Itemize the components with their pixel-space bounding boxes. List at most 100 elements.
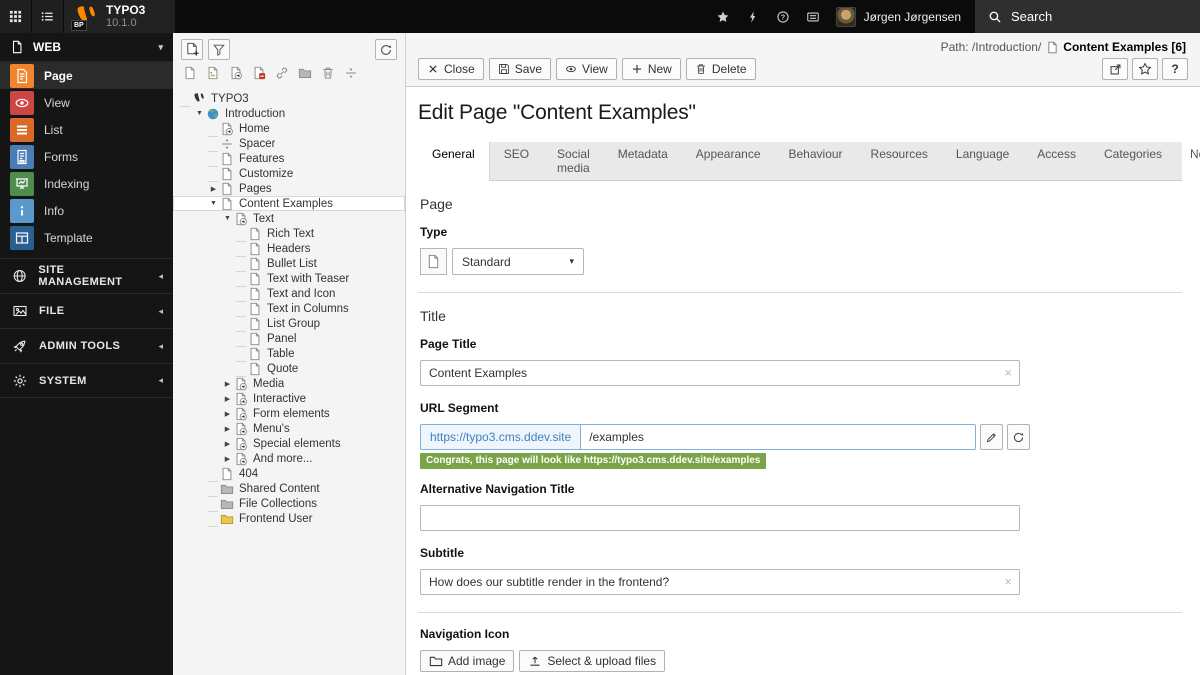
help-button[interactable]: ?: [1162, 58, 1188, 80]
form-tab[interactable]: Access: [1023, 142, 1090, 180]
tree-node[interactable]: Spacer: [173, 136, 405, 152]
module-group-web[interactable]: WEB ▾: [0, 33, 173, 62]
sidebar-module-item[interactable]: Forms: [0, 143, 173, 170]
tree-node[interactable]: Rich Text: [173, 226, 405, 242]
tree-expander-icon[interactable]: ▶: [207, 185, 220, 193]
tree-expander-icon[interactable]: ▶: [221, 455, 234, 463]
tree-node[interactable]: Frontend User: [173, 511, 405, 527]
new-page-drag-icon[interactable]: [321, 66, 335, 80]
tree-node[interactable]: Headers: [173, 241, 405, 257]
tree-expander-icon[interactable]: ▶: [221, 440, 234, 448]
slug-recalculate-button[interactable]: [1007, 424, 1030, 450]
sidebar-section[interactable]: ADMIN TOOLS ◂: [0, 328, 173, 363]
open-in-new-window-button[interactable]: [1102, 58, 1128, 80]
sidebar-module-item[interactable]: Info: [0, 197, 173, 224]
new-page-drag-icon[interactable]: [229, 66, 243, 80]
user-menu[interactable]: Jørgen Jørgensen: [828, 0, 975, 33]
refresh-tree-button[interactable]: [375, 39, 397, 60]
docheader-button[interactable]: Delete: [685, 58, 756, 80]
form-tab[interactable]: Notes: [1176, 142, 1200, 180]
tree-node[interactable]: ▶ Menu's: [173, 421, 405, 436]
select-upload-files-button[interactable]: Select & upload files: [519, 650, 666, 672]
tree-node[interactable]: TYPO3: [173, 91, 405, 107]
page-title-input[interactable]: [420, 360, 1020, 386]
form-tab[interactable]: General: [418, 142, 490, 181]
tree-node[interactable]: Shared Content: [173, 481, 405, 497]
sidebar-module-item[interactable]: List: [0, 116, 173, 143]
tree-expander-icon[interactable]: ▶: [221, 410, 234, 418]
docheader-button[interactable]: Save: [488, 58, 552, 80]
tree-node[interactable]: ▼ Text: [173, 211, 405, 226]
sidebar-section[interactable]: FILE ◂: [0, 293, 173, 328]
tree-expander-icon[interactable]: ▼: [207, 200, 220, 207]
help-icon[interactable]: [768, 0, 798, 33]
sidebar-section[interactable]: SYSTEM ◂: [0, 363, 173, 398]
clear-icon[interactable]: ×: [1004, 574, 1012, 589]
new-page-button[interactable]: [181, 39, 203, 60]
tree-expander-icon[interactable]: ▶: [221, 425, 234, 433]
tree-node[interactable]: Bullet List: [173, 256, 405, 272]
form-tab[interactable]: Metadata: [604, 142, 682, 180]
search-input[interactable]: [1011, 9, 1171, 24]
pagetree-toggle-button[interactable]: [32, 0, 64, 33]
nav-title-input[interactable]: [420, 505, 1020, 531]
tree-node[interactable]: List Group: [173, 316, 405, 332]
form-tab[interactable]: SEO: [490, 142, 543, 180]
tree-node[interactable]: 404: [173, 466, 405, 482]
new-page-drag-icon[interactable]: [344, 66, 358, 80]
url-prefix[interactable]: https://typo3.cms.ddev.site: [421, 425, 582, 449]
tree-node[interactable]: Text in Columns: [173, 301, 405, 317]
docheader-button[interactable]: Close: [418, 58, 484, 80]
form-tab[interactable]: Categories: [1090, 142, 1176, 180]
tree-node[interactable]: ▼ Introduction: [173, 106, 405, 121]
docheader-button[interactable]: New: [621, 58, 681, 80]
clear-cache-icon[interactable]: [738, 0, 768, 33]
new-page-drag-icon[interactable]: [183, 66, 197, 80]
tree-node[interactable]: ▶ Special elements: [173, 436, 405, 451]
tree-node[interactable]: Customize: [173, 166, 405, 182]
bookmarks-icon[interactable]: [708, 0, 738, 33]
tree-expander-icon[interactable]: ▼: [193, 110, 206, 117]
tree-node[interactable]: Features: [173, 151, 405, 167]
tree-node[interactable]: Text with Teaser: [173, 271, 405, 287]
type-select[interactable]: Standard ▾: [452, 248, 584, 275]
bookmark-button[interactable]: [1132, 58, 1158, 80]
new-page-drag-icon[interactable]: [206, 66, 220, 80]
tree-node[interactable]: ▶ Media: [173, 376, 405, 391]
tree-node[interactable]: File Collections: [173, 496, 405, 512]
docheader-button[interactable]: View: [556, 58, 617, 80]
url-segment-input[interactable]: [581, 425, 975, 449]
tree-node[interactable]: ▶ And more...: [173, 451, 405, 466]
form-tab[interactable]: Behaviour: [775, 142, 857, 180]
tree-node[interactable]: Quote: [173, 361, 405, 377]
system-information-icon[interactable]: [798, 0, 828, 33]
tree-node[interactable]: ▶ Pages: [173, 181, 405, 196]
tree-expander-icon[interactable]: ▼: [221, 215, 234, 222]
sidebar-module-item[interactable]: Indexing: [0, 170, 173, 197]
new-page-drag-icon[interactable]: [298, 66, 312, 80]
tree-node[interactable]: ▶ Form elements: [173, 406, 405, 421]
slug-edit-button[interactable]: [980, 424, 1003, 450]
tree-node[interactable]: Table: [173, 346, 405, 362]
subtitle-input[interactable]: [420, 569, 1020, 595]
tree-expander-icon[interactable]: ▶: [221, 395, 234, 403]
tree-node[interactable]: Text and Icon: [173, 286, 405, 302]
modulemenu-toggle-button[interactable]: [0, 0, 32, 33]
form-tab[interactable]: Appearance: [682, 142, 775, 180]
tree-expander-icon[interactable]: ▶: [221, 380, 234, 388]
tree-node[interactable]: Home: [173, 121, 405, 137]
sidebar-section[interactable]: SITE MANAGEMENT ◂: [0, 258, 173, 293]
sidebar-module-item[interactable]: Page: [0, 62, 173, 89]
clear-icon[interactable]: ×: [1004, 365, 1012, 380]
new-page-drag-icon[interactable]: [275, 66, 289, 80]
typo3-brand[interactable]: BP TYPO3 10.1.0: [64, 0, 175, 33]
tree-node[interactable]: Panel: [173, 331, 405, 347]
add-image-button[interactable]: Add image: [420, 650, 515, 672]
filter-button[interactable]: [208, 39, 230, 60]
form-tab[interactable]: Social media: [543, 142, 604, 180]
new-page-drag-icon[interactable]: [252, 66, 266, 80]
sidebar-module-item[interactable]: Template: [0, 224, 173, 251]
tree-node[interactable]: ▶ Interactive: [173, 391, 405, 406]
sidebar-module-item[interactable]: View: [0, 89, 173, 116]
tree-node[interactable]: ▼ Content Examples: [173, 196, 405, 211]
